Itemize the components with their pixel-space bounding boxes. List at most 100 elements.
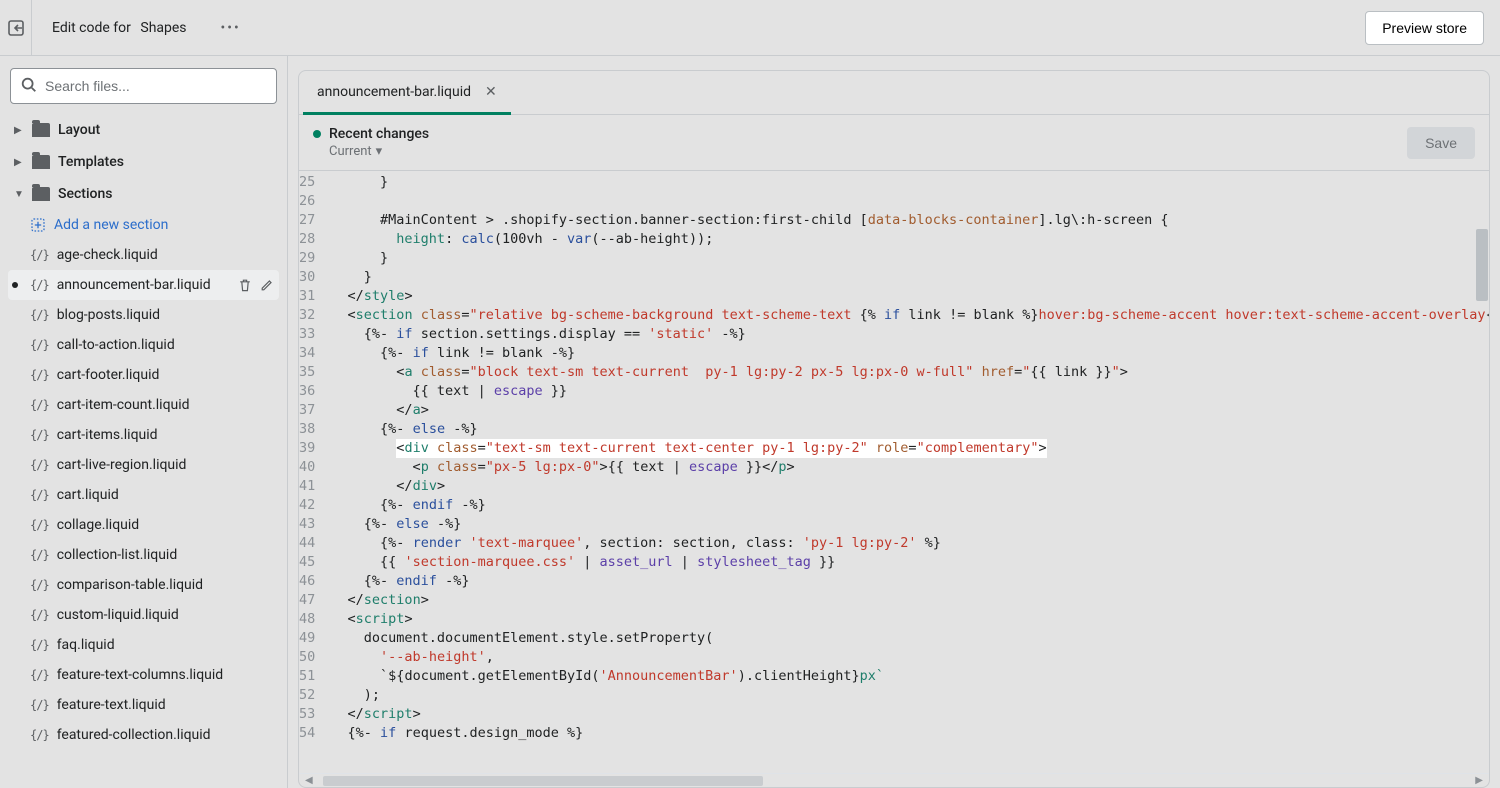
liquid-file-icon: {/}	[30, 728, 49, 742]
line-number: 25	[299, 173, 315, 192]
code-line[interactable]: #MainContent > .shopify-section.banner-s…	[325, 211, 1489, 230]
code-line[interactable]: '--ab-height',	[325, 648, 1489, 667]
code-line[interactable]: </a>	[325, 401, 1489, 420]
preview-store-button[interactable]: Preview store	[1365, 11, 1484, 45]
horizontal-scrollbar-thumb[interactable]	[323, 776, 763, 786]
file-name: cart-item-count.liquid	[57, 397, 190, 413]
code-line[interactable]: {%- render 'text-marquee', section: sect…	[325, 534, 1489, 553]
scroll-right-icon[interactable]: ▶	[1471, 774, 1487, 787]
line-number: 33	[299, 325, 315, 344]
code-line[interactable]: }	[325, 173, 1489, 192]
code-line[interactable]: <div class="text-sm text-current text-ce…	[325, 439, 1489, 458]
code-line[interactable]: {%- if link != blank -%}	[325, 344, 1489, 363]
code-line[interactable]: }	[325, 249, 1489, 268]
file-name: age-check.liquid	[57, 247, 158, 263]
exit-button[interactable]	[0, 0, 32, 56]
code-line[interactable]: document.documentElement.style.setProper…	[325, 629, 1489, 648]
code-line[interactable]: {%- endif -%}	[325, 572, 1489, 591]
file-item[interactable]: {/} feature-text.liquid	[8, 690, 279, 720]
liquid-file-icon: {/}	[30, 338, 49, 352]
liquid-file-icon: {/}	[30, 308, 49, 322]
code-line[interactable]: {%- if request.design_mode %}	[325, 724, 1489, 743]
file-item[interactable]: {/}faq.liquid	[8, 630, 279, 660]
file-item[interactable]: {/}announcement-bar.liquid	[8, 270, 279, 300]
code-line[interactable]: </section>	[325, 591, 1489, 610]
code-line[interactable]	[325, 192, 1489, 211]
close-icon[interactable]: ✕	[485, 84, 497, 100]
search-icon	[20, 76, 38, 94]
folder-templates[interactable]: ▶ Templates	[8, 146, 279, 178]
code-line[interactable]: {{ 'section-marquee.css' | asset_url | s…	[325, 553, 1489, 572]
code-line[interactable]: </div>	[325, 477, 1489, 496]
file-item[interactable]: {/}call-to-action.liquid	[8, 330, 279, 360]
code-line[interactable]: <script>	[325, 610, 1489, 629]
file-item[interactable]: {/}custom-liquid.liquid	[8, 600, 279, 630]
save-button[interactable]: Save	[1407, 127, 1475, 159]
tab-announcement-bar[interactable]: announcement-bar.liquid ✕	[303, 71, 511, 115]
code-line[interactable]: {%- else -%}	[325, 420, 1489, 439]
theme-name[interactable]: Shapes	[140, 20, 186, 36]
file-name: collage.liquid	[57, 517, 140, 533]
file-item[interactable]: {/}feature-text-columns.liquid	[8, 660, 279, 690]
more-menu-button[interactable]: •••	[215, 14, 247, 42]
line-number: 36	[299, 382, 315, 401]
file-item[interactable]: {/}cart-items.liquid	[8, 420, 279, 450]
line-number: 28	[299, 230, 315, 249]
liquid-file-icon: {/}	[30, 698, 49, 712]
delete-icon[interactable]	[237, 277, 253, 293]
add-section-icon	[30, 217, 46, 233]
line-number: 29	[299, 249, 315, 268]
line-number: 31	[299, 287, 315, 306]
version-dropdown[interactable]: Current ▾	[313, 144, 429, 159]
code-line[interactable]: {%- if section.settings.display == 'stat…	[325, 325, 1489, 344]
edit-icon[interactable]	[259, 277, 275, 293]
code-line[interactable]: <p class="px-5 lg:px-0">{{ text | escape…	[325, 458, 1489, 477]
edit-code-label: Edit code for	[52, 20, 131, 36]
line-number: 37	[299, 401, 315, 420]
liquid-file-icon: {/}	[30, 398, 49, 412]
vertical-scrollbar-thumb[interactable]	[1476, 229, 1488, 301]
file-name: feature-text-columns.liquid	[57, 667, 224, 683]
search-input[interactable]	[10, 68, 277, 104]
liquid-file-icon: {/}	[30, 578, 49, 592]
file-item[interactable]: {/}comparison-table.liquid	[8, 570, 279, 600]
code-editor[interactable]: 2526272829303132333435363738394041424344…	[299, 171, 1489, 773]
code-line[interactable]: }	[325, 268, 1489, 287]
breadcrumb: Edit code for Shapes	[44, 20, 187, 36]
code-line[interactable]: </style>	[325, 287, 1489, 306]
folder-layout[interactable]: ▶ Layout	[8, 114, 279, 146]
file-item[interactable]: {/}age-check.liquid	[8, 240, 279, 270]
file-item[interactable]: {/}featured-collection.liquid	[8, 720, 279, 750]
code-content[interactable]: } #MainContent > .shopify-section.banner…	[325, 171, 1489, 773]
line-number: 38	[299, 420, 315, 439]
add-section-button[interactable]: Add a new section	[8, 210, 279, 240]
line-number: 47	[299, 591, 315, 610]
horizontal-scrollbar[interactable]: ◀ ▶	[299, 773, 1489, 787]
chevron-down-icon: ▾	[376, 144, 383, 159]
folder-sections[interactable]: ▼ Sections	[8, 178, 279, 210]
file-item[interactable]: {/} cart-item-count.liquid	[8, 390, 279, 420]
chevron-right-icon: ▶	[14, 157, 24, 168]
code-line[interactable]: <a class="block text-sm text-current py-…	[325, 363, 1489, 382]
file-name: cart-footer.liquid	[57, 367, 160, 383]
code-line[interactable]: {%- else -%}	[325, 515, 1489, 534]
file-item[interactable]: {/}collection-list.liquid	[8, 540, 279, 570]
folder-label: Sections	[58, 186, 112, 202]
file-item[interactable]: {/}cart.liquid	[8, 480, 279, 510]
file-item[interactable]: {/}collage.liquid	[8, 510, 279, 540]
file-name: feature-text.liquid	[57, 697, 166, 713]
code-line[interactable]: </script>	[325, 705, 1489, 724]
code-line[interactable]: );	[325, 686, 1489, 705]
file-item[interactable]: {/}blog-posts.liquid	[8, 300, 279, 330]
line-number: 42	[299, 496, 315, 515]
code-line[interactable]: height: calc(100vh - var(--ab-height));	[325, 230, 1489, 249]
unsaved-indicator-icon	[313, 130, 321, 138]
scroll-left-icon[interactable]: ◀	[301, 774, 317, 787]
code-line[interactable]: {%- endif -%}	[325, 496, 1489, 515]
code-line[interactable]: {{ text | escape }}	[325, 382, 1489, 401]
file-item[interactable]: {/}cart-footer.liquid	[8, 360, 279, 390]
line-number: 40	[299, 458, 315, 477]
code-line[interactable]: <section class="relative bg-scheme-backg…	[325, 306, 1489, 325]
file-item[interactable]: {/}cart-live-region.liquid	[8, 450, 279, 480]
code-line[interactable]: `${document.getElementById('Announcement…	[325, 667, 1489, 686]
